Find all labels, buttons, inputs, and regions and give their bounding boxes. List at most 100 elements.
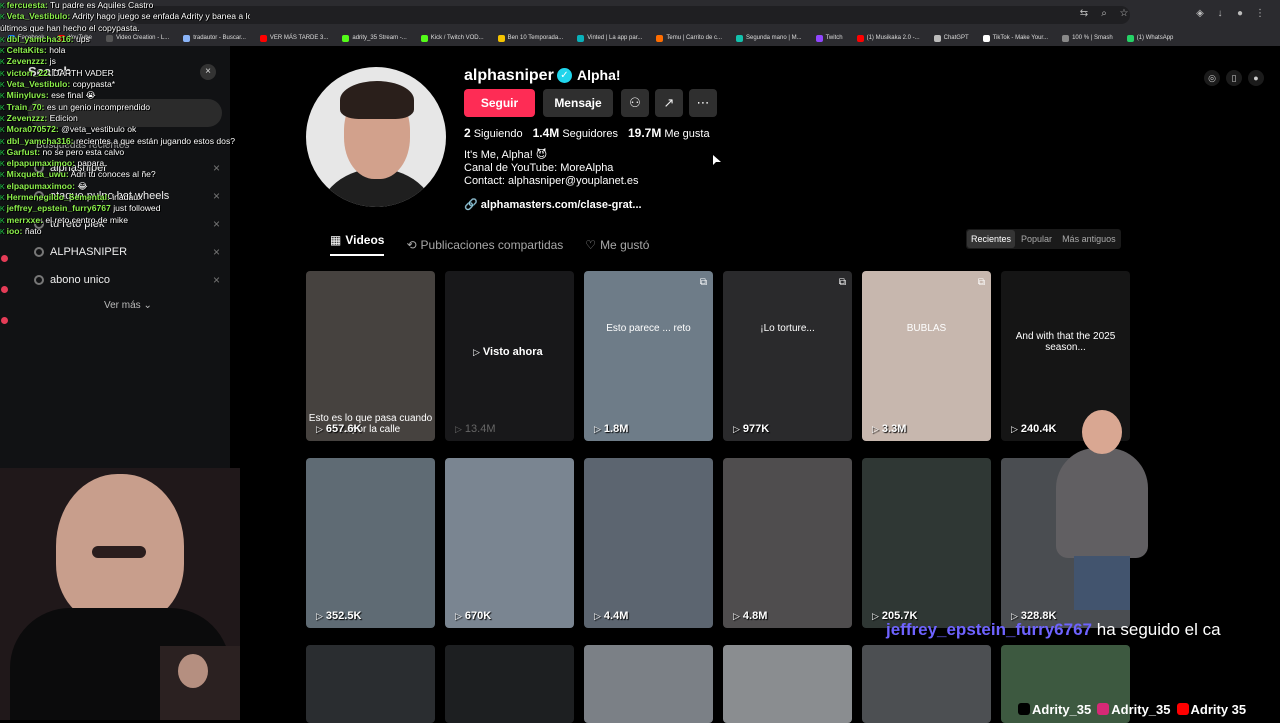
chat-badge-icon: K (0, 172, 5, 180)
star-icon[interactable]: ☆ (1118, 8, 1130, 20)
bookmark-label: Temu | Carrito de c... (666, 35, 722, 41)
menu-icon[interactable]: ⋮ (1254, 8, 1266, 20)
tab-liked[interactable]: ♡ Me gustó (585, 233, 649, 256)
video-thumbnail[interactable]: ▷ 205.7K (862, 458, 991, 628)
stat-label: Siguiendo (473, 128, 523, 140)
remove-icon[interactable]: × (213, 245, 220, 259)
message-button[interactable]: Mensaje (543, 89, 613, 117)
recent-search-item[interactable]: ALPHASNIPER × (34, 242, 220, 262)
video-thumbnail[interactable]: Esto es lo que pasa cuando ... por la ca… (306, 271, 435, 441)
video-thumbnail[interactable]: ▷ 4.8M (723, 458, 852, 628)
sort-oldest[interactable]: Más antiguos (1058, 230, 1120, 248)
video-thumbnail[interactable]: ▷ 4.4M (584, 458, 713, 628)
clock-icon (34, 247, 44, 257)
bookmark-item[interactable]: Temu | Carrito de c... (656, 34, 722, 42)
social-handle-label: Adrity 35 (1190, 702, 1247, 717)
stat-item[interactable]: 1.4M Seguidores (533, 126, 618, 140)
follow-button[interactable]: Seguir (464, 89, 535, 117)
chat-text: es un genio incomprendido (46, 101, 151, 112)
view-count: ▷ 352.5K (316, 610, 361, 622)
chat-message: K Veta_Vestibulo: copypasta* (0, 79, 250, 90)
recent-search-item[interactable]: abono unico × (34, 270, 220, 290)
video-thumbnail[interactable]: ▷ 352.5K (306, 458, 435, 628)
video-thumbnail[interactable] (723, 645, 852, 723)
social-handle: Adrity_35 (1097, 702, 1171, 717)
video-thumbnail[interactable] (306, 645, 435, 723)
bookmark-item[interactable]: TikTok - Make Your... (982, 34, 1049, 42)
bookmark-item[interactable]: Twitch (815, 34, 843, 42)
bookmark-item[interactable]: (1) Musikaka 2.0 -... (856, 34, 920, 42)
translate-icon[interactable]: ⇆ (1078, 8, 1090, 20)
chat-message: Kmerrxxe: el reto centro de mike (0, 215, 250, 226)
bookmark-item[interactable]: VER MÁS TARDE 3... (259, 34, 328, 42)
compass-icon[interactable]: ◎ (1204, 70, 1220, 86)
stat-number: 2 (464, 126, 471, 140)
zoom-icon[interactable]: ⌕ (1098, 8, 1110, 20)
chat-text: copypasta* (72, 79, 116, 90)
chat-badge-icon: K (0, 36, 5, 44)
mini-face (178, 654, 208, 688)
chat-text: ese final 😭 (51, 90, 96, 101)
bookmark-item[interactable]: Segunda mano | M... (735, 34, 802, 42)
play-icon: ▷ (473, 347, 480, 357)
chat-message: Kdbl_yamcha316: ups (0, 34, 250, 45)
bookmark-item[interactable]: Ben 10 Temporada... (497, 34, 563, 42)
bookmark-label: Segunda mano | M... (745, 35, 802, 41)
video-thumbnail[interactable]: ▷ 670K (445, 458, 574, 628)
user-avatar[interactable]: ● (1248, 70, 1264, 86)
profile-icon[interactable]: ● (1234, 8, 1246, 20)
bookmark-label: TikTok - Make Your... (992, 35, 1049, 41)
video-thumbnail[interactable]: ¡Lo torture... ⧉ ▷ 977K (723, 271, 852, 441)
address-bar[interactable] (130, 6, 1130, 24)
video-thumbnail[interactable] (862, 645, 991, 723)
video-thumbnail[interactable] (584, 645, 713, 723)
bookmark-item[interactable]: Kick / Twitch VOD... (420, 34, 484, 42)
bookmark-favicon-icon (1062, 34, 1070, 42)
bookmark-label: Kick / Twitch VOD... (430, 35, 484, 41)
bookmark-favicon-icon (1126, 34, 1134, 42)
bookmark-item[interactable]: Vinted | La app par... (577, 34, 642, 42)
chat-badge-icon: K (0, 93, 5, 101)
ver-mas-link[interactable]: Ver más ⌄ (104, 300, 152, 311)
video-caption: And with that the 2025 season... (1015, 331, 1116, 353)
video-thumbnail[interactable]: Esto parece ... reto ⧉ ▷ 1.8M (584, 271, 713, 441)
remove-icon[interactable]: × (213, 273, 220, 287)
bookmark-item[interactable]: (1) WhatsApp (1126, 34, 1173, 42)
bookmark-item[interactable]: adrity_35 Stream -... (342, 34, 407, 42)
phone-icon[interactable]: ▯ (1226, 70, 1242, 86)
stat-item[interactable]: 19.7M Me gusta (628, 126, 710, 140)
video-thumbnail[interactable] (445, 645, 574, 723)
view-count: ▷ 670K (455, 610, 491, 622)
link-icon: 🔗 (464, 199, 478, 211)
sort-popular[interactable]: Popular (1017, 230, 1056, 248)
extensions-icon[interactable]: ◈ (1194, 8, 1206, 20)
play-icon: ▷ (316, 611, 323, 621)
tab-videos[interactable]: ▦ Videos (330, 233, 385, 256)
chat-text: el reto centro de mike (45, 214, 129, 225)
view-count-text: 13.4M (464, 423, 496, 435)
more-icon[interactable]: ⋯ (689, 89, 717, 117)
bookmark-item[interactable]: 100 % | Smash (1062, 34, 1113, 42)
play-icon: ▷ (1011, 424, 1018, 434)
video-thumbnail[interactable]: BUBLAS ⧉ ▷ 3.3M (862, 271, 991, 441)
sort-recent[interactable]: Recientes (967, 230, 1016, 248)
add-user-icon[interactable]: ⚇ (621, 89, 649, 117)
view-count-text: 4.4M (603, 610, 629, 622)
profile-link[interactable]: 🔗 alphamasters.com/clase-grat... (464, 198, 642, 211)
bookmark-item[interactable]: ChatGPT (933, 34, 969, 42)
profile-stats: 2 Siguiendo 1.4M Seguidores 19.7M Me gusta (464, 126, 710, 140)
notification-dot (1, 255, 8, 262)
chat-username: Garfust: (6, 146, 41, 157)
chat-message: K CeltaKits: hola (0, 45, 250, 56)
share-icon[interactable]: ↗ (655, 89, 683, 117)
video-thumbnail[interactable]: ▷ Visto ahora ▷ 13.4M (445, 271, 574, 441)
bookmark-favicon-icon (815, 34, 823, 42)
download-icon[interactable]: ↓ (1214, 8, 1226, 20)
chat-username: Mora070572: (6, 124, 59, 135)
view-count-text: 670K (464, 610, 492, 622)
view-count-text: 1.8M (603, 423, 629, 435)
stat-item[interactable]: 2 Siguiendo (464, 126, 523, 140)
social-handle-label: Adrity_35 (1111, 702, 1171, 717)
tab-shared-posts[interactable]: ⟲ Publicaciones compartidas (406, 233, 563, 256)
chat-badge-icon: K (0, 115, 5, 123)
